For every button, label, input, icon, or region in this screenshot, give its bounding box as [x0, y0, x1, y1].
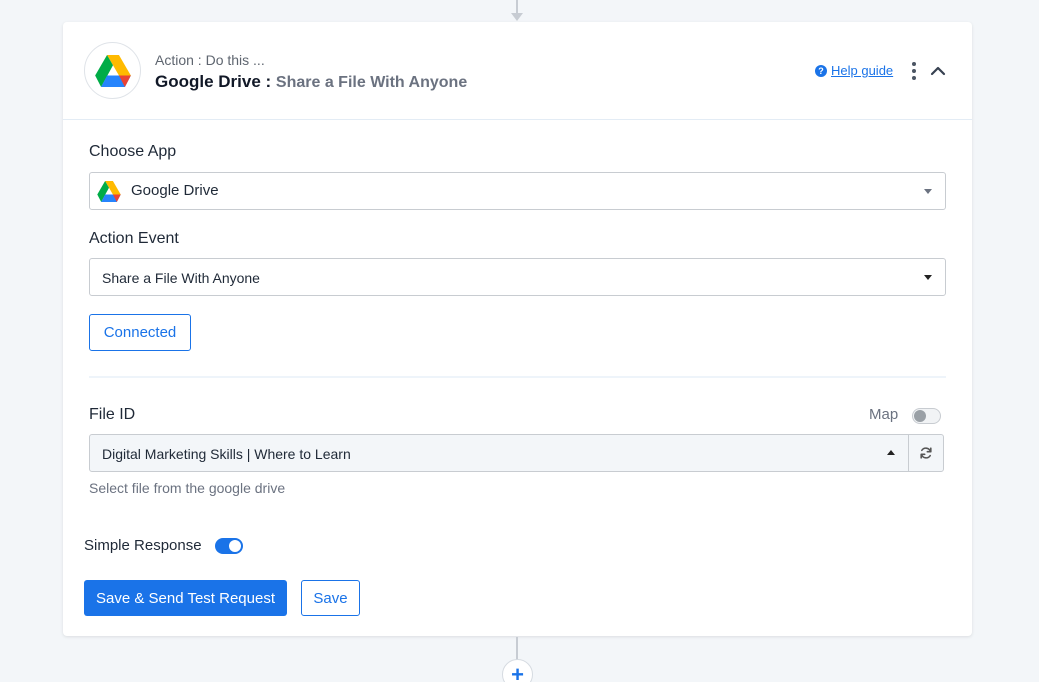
file-id-value: Digital Marketing Skills | Where to Lear… — [102, 446, 351, 462]
chevron-up-icon[interactable] — [929, 62, 947, 80]
simple-response-toggle[interactable] — [215, 538, 243, 554]
save-and-send-test-button[interactable]: Save & Send Test Request — [84, 580, 287, 616]
action-app-name: Google Drive : — [155, 72, 272, 91]
save-button[interactable]: Save — [301, 580, 360, 616]
file-id-label: File ID — [89, 406, 136, 423]
app-logo — [84, 42, 141, 99]
action-event-select[interactable]: Share a File With Anyone — [89, 258, 946, 296]
action-event-name: Share a File With Anyone — [275, 74, 468, 91]
google-drive-icon — [97, 181, 121, 202]
choose-app-select[interactable]: Google Drive — [89, 172, 946, 210]
action-step-card: Action : Do this ... Google Drive : Shar… — [63, 22, 972, 636]
action-event-label: Action Event — [89, 230, 179, 247]
flow-connector-bottom — [516, 637, 518, 661]
section-divider — [89, 376, 946, 378]
choose-app-label: Choose App — [89, 143, 177, 160]
caret-down-icon — [924, 189, 932, 194]
file-id-hint: Select file from the google drive — [89, 480, 286, 496]
toggle-knob — [229, 540, 241, 552]
caret-down-icon — [924, 275, 932, 280]
action-kicker: Action : Do this ... — [155, 52, 265, 68]
flow-arrow-down-icon — [511, 13, 523, 21]
card-header: Action : Do this ... Google Drive : Shar… — [63, 22, 972, 120]
question-circle-icon: ? — [815, 64, 827, 77]
plus-icon: + — [511, 661, 524, 682]
google-drive-icon — [94, 54, 131, 87]
connected-button[interactable]: Connected — [89, 314, 191, 351]
flow-connector-top — [516, 0, 518, 14]
caret-up-icon — [887, 450, 895, 455]
choose-app-value: Google Drive — [131, 182, 219, 199]
file-id-select[interactable]: Digital Marketing Skills | Where to Lear… — [89, 434, 909, 472]
map-toggle[interactable] — [912, 408, 941, 424]
refresh-button[interactable] — [908, 434, 944, 472]
action-event-value: Share a File With Anyone — [102, 270, 260, 286]
refresh-icon — [920, 447, 932, 459]
simple-response-label: Simple Response — [84, 537, 202, 554]
help-guide-label[interactable]: Help guide — [831, 63, 893, 78]
help-guide-link[interactable]: ? Help guide — [815, 63, 893, 78]
add-step-button[interactable]: + — [502, 659, 533, 682]
kebab-menu-icon[interactable] — [909, 62, 919, 80]
map-label: Map — [869, 406, 899, 423]
action-title: Google Drive : Share a File With Anyone — [155, 72, 467, 92]
toggle-knob — [914, 410, 926, 422]
